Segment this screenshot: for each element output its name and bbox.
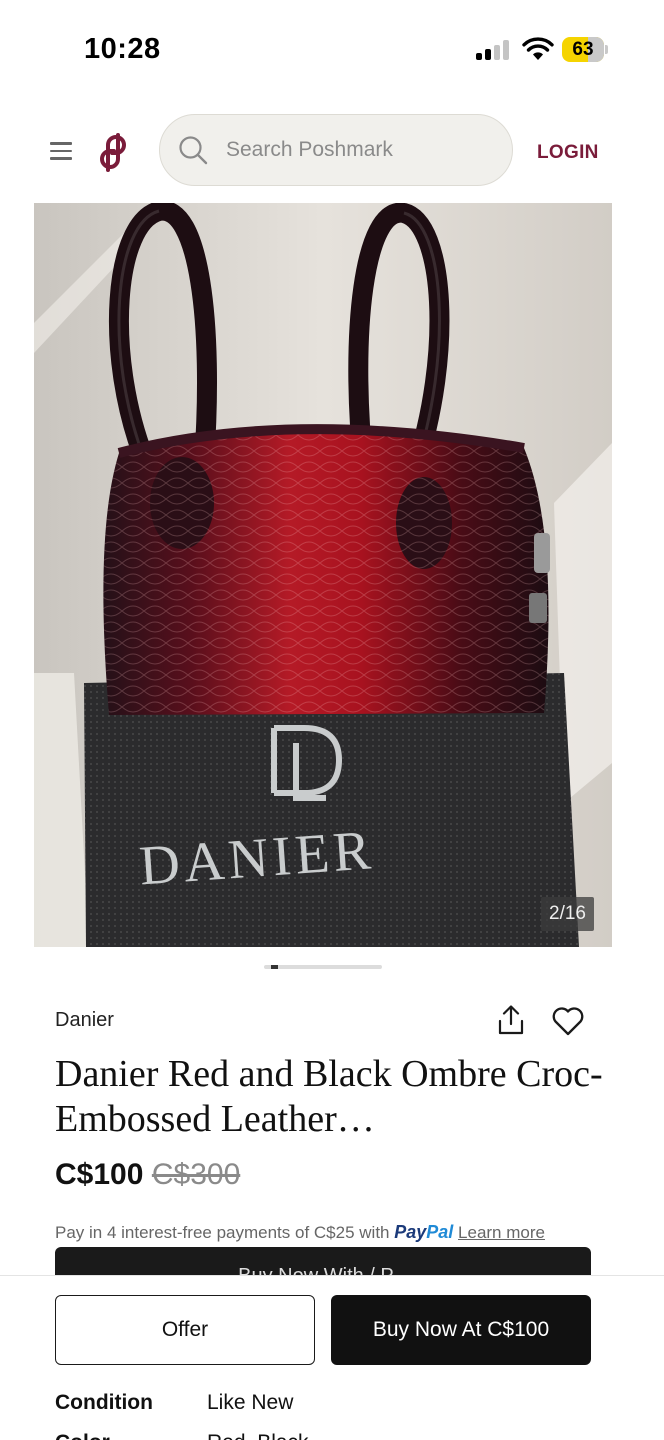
detail-value: Like New: [207, 1391, 294, 1414]
poshmark-logo-icon[interactable]: [97, 132, 133, 172]
status-time: 10:28: [84, 33, 161, 65]
paypal-logo-pay: Pay: [394, 1222, 427, 1242]
gallery-scroll-indicator: [264, 965, 382, 969]
learn-more-link[interactable]: Learn more: [458, 1223, 545, 1242]
gallery-scroll-thumb: [271, 965, 279, 969]
search-icon: [179, 136, 208, 165]
product-photo-gallery[interactable]: DANIER 2/16: [34, 203, 612, 947]
sticky-action-bar: Offer Buy Now At C$100: [0, 1275, 664, 1380]
product-photo: DANIER: [34, 203, 612, 947]
paypal-installments: Pay in 4 interest-free payments of C$25 …: [55, 1222, 545, 1243]
detail-row-color: ColorRed, Black: [55, 1431, 309, 1440]
share-upload-icon[interactable]: [496, 1004, 526, 1036]
battery-icon: 63: [562, 37, 608, 63]
original-price: C$300: [151, 1158, 241, 1191]
detail-row-condition: Condition Like New: [55, 1391, 293, 1415]
status-bar: 10:28 63: [0, 0, 664, 100]
paypal-installment-text: Pay in 4 interest-free payments of C$25 …: [55, 1223, 390, 1242]
offer-button[interactable]: Offer: [55, 1295, 315, 1365]
buy-now-button[interactable]: Buy Now At C$100: [331, 1295, 591, 1365]
detail-key: Condition: [55, 1391, 153, 1414]
top-navigation: Search Poshmark LOGIN: [0, 110, 664, 190]
brand-link[interactable]: Danier: [55, 1009, 114, 1032]
detail-key: Color: [55, 1431, 207, 1440]
cellular-signal-icon: [476, 40, 510, 60]
heart-outline-icon[interactable]: [551, 1006, 585, 1036]
detail-value: Red, Black: [207, 1431, 309, 1440]
hamburger-menu-icon[interactable]: [50, 142, 72, 160]
search-placeholder: Search Poshmark: [226, 138, 393, 161]
buy-now-with-pay-button[interactable]: Buy Now With / P...: [55, 1247, 591, 1275]
paypal-logo-pal: Pal: [426, 1222, 454, 1242]
current-price: C$100: [55, 1158, 144, 1191]
paypal-logo: PayPal: [394, 1222, 453, 1242]
login-link[interactable]: LOGIN: [537, 142, 599, 164]
wifi-icon: [522, 37, 554, 60]
buy-now-with-pay-label: Buy Now With / P...: [55, 1265, 591, 1275]
battery-level: 63: [572, 39, 594, 60]
listing-title: Danier Red and Black Ombre Croc-Embossed…: [55, 1053, 603, 1140]
search-input[interactable]: Search Poshmark: [159, 114, 513, 186]
photo-counter: 2/16: [541, 897, 594, 931]
price-row: C$100 C$300: [55, 1158, 240, 1192]
